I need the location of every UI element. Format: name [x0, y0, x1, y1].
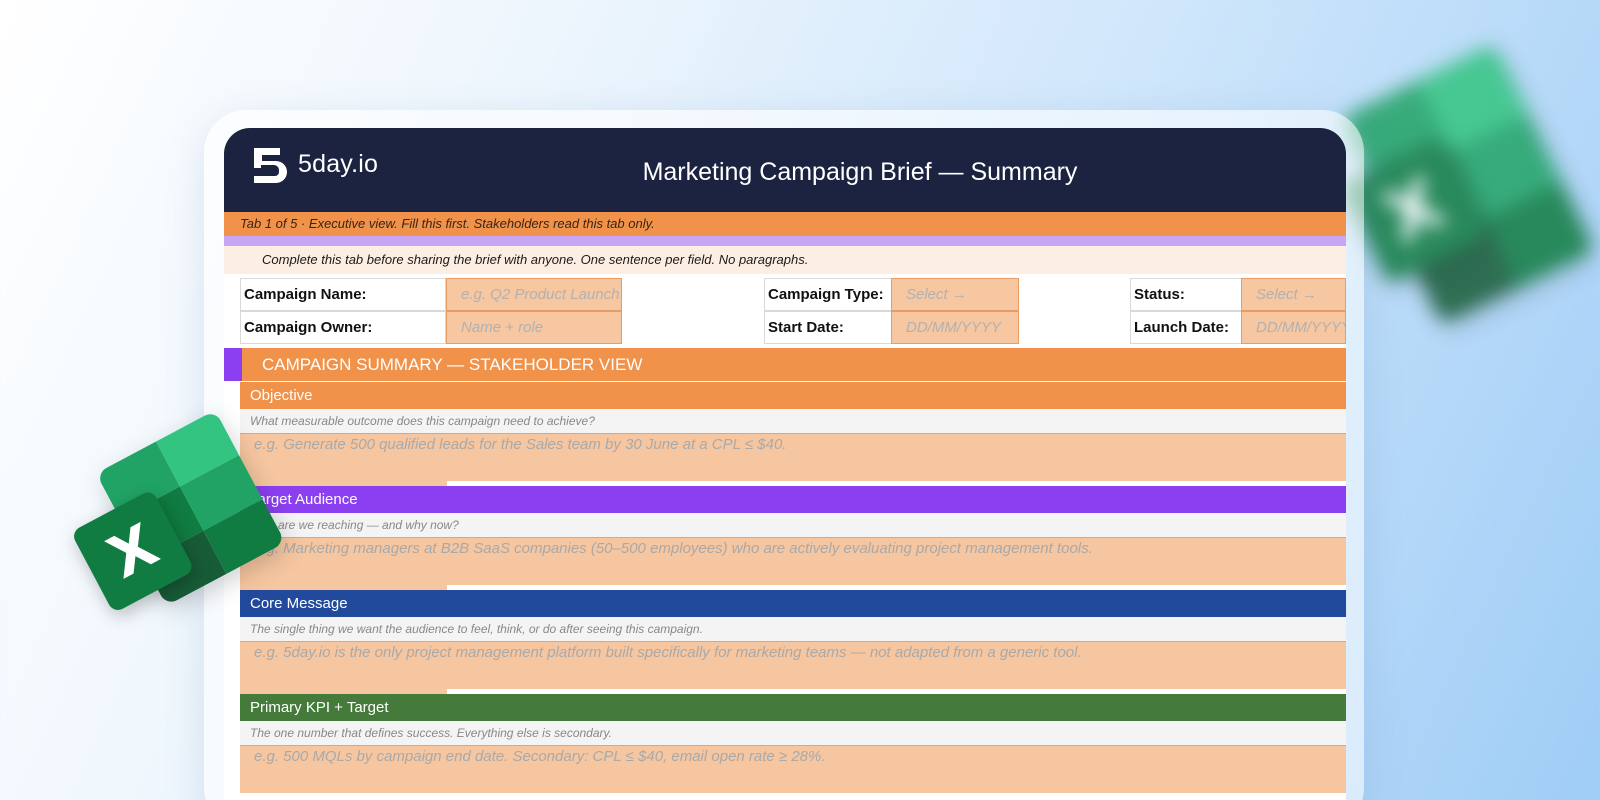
block-hint: The single thing we want the audience to…: [240, 617, 1346, 641]
tab-info-strip: Tab 1 of 5 · Executive view. Fill this f…: [224, 212, 1346, 236]
spreadsheet-screen: 5day.io Marketing Campaign Brief — Summa…: [224, 128, 1346, 800]
block-title: Core Message: [240, 590, 1346, 617]
section-title: CAMPAIGN SUMMARY — STAKEHOLDER VIEW: [262, 355, 643, 374]
start-date-input[interactable]: DD/MM/YYYY: [891, 311, 1019, 344]
divider-strip: [224, 236, 1346, 246]
block-hint: What measurable outcome does this campai…: [240, 409, 1346, 433]
status-select[interactable]: Select →: [1241, 278, 1346, 311]
target-audience-input[interactable]: e.g. Marketing managers at B2B SaaS comp…: [240, 537, 1346, 585]
block-title: Primary KPI + Target: [240, 694, 1346, 721]
core-message-block: Core Message The single thing we want th…: [240, 590, 1346, 694]
objective-block: Objective What measurable outcome does t…: [240, 382, 1346, 486]
block-hint: Who are we reaching — and why now?: [240, 513, 1346, 537]
status-label: Status:: [1130, 278, 1242, 311]
campaign-type-select[interactable]: Select →: [891, 278, 1019, 311]
block-title: Target Audience: [240, 486, 1346, 513]
section-header: CAMPAIGN SUMMARY — STAKEHOLDER VIEW: [224, 348, 1346, 381]
start-date-label: Start Date:: [764, 311, 892, 344]
primary-kpi-input[interactable]: e.g. 500 MQLs by campaign end date. Seco…: [240, 745, 1346, 793]
campaign-meta-fields: Campaign Name: e.g. Q2 Product Launch Ca…: [224, 274, 1346, 346]
instruction-note: Complete this tab before sharing the bri…: [224, 246, 1346, 274]
launch-date-input[interactable]: DD/MM/YYYY: [1241, 311, 1346, 344]
app-header: 5day.io Marketing Campaign Brief — Summa…: [224, 128, 1346, 212]
campaign-owner-input[interactable]: Name + role: [446, 311, 622, 344]
core-message-input[interactable]: e.g. 5day.io is the only project managem…: [240, 641, 1346, 689]
launch-date-label: Launch Date:: [1130, 311, 1242, 344]
block-hint: The one number that defines success. Eve…: [240, 721, 1346, 745]
campaign-type-label: Campaign Type:: [764, 278, 892, 311]
page-title: Marketing Campaign Brief — Summary: [642, 158, 1078, 186]
campaign-name-input[interactable]: e.g. Q2 Product Launch: [446, 278, 622, 311]
objective-input[interactable]: e.g. Generate 500 qualified leads for th…: [240, 433, 1346, 481]
campaign-name-label: Campaign Name:: [240, 278, 446, 311]
primary-kpi-block: Primary KPI + Target The one number that…: [240, 694, 1346, 793]
target-audience-block: Target Audience Who are we reaching — an…: [240, 486, 1346, 590]
section-accent: [224, 348, 242, 381]
block-title: Objective: [240, 382, 1346, 409]
campaign-owner-label: Campaign Owner:: [240, 311, 446, 344]
